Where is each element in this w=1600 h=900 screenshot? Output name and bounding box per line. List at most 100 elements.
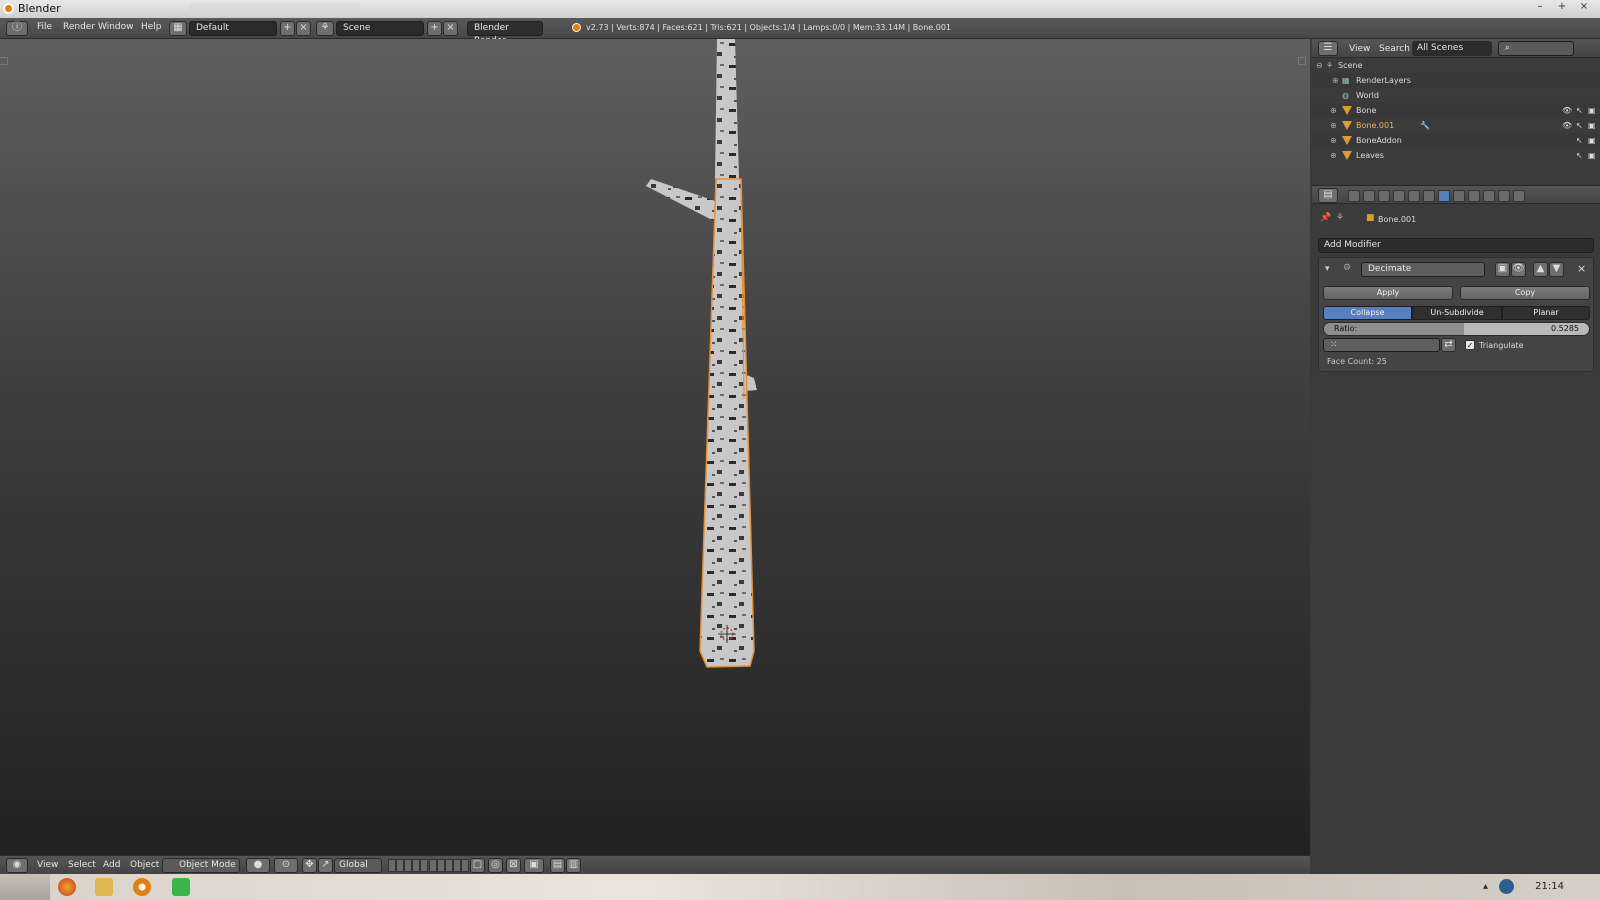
screen-layout-icon[interactable]: ▦	[169, 21, 187, 36]
select-arrow-icon[interactable]: ↖	[1576, 121, 1583, 130]
lock-camera-icon[interactable]: ▢	[470, 858, 485, 873]
visibility-eye-icon[interactable]: 👁	[1562, 121, 1572, 130]
constraints-tab-icon[interactable]	[1423, 190, 1435, 202]
transform-orientation-dropdown[interactable]: Global	[334, 858, 382, 873]
add-screen-icon[interactable]: +	[280, 21, 295, 36]
snap-element-icon[interactable]: ▣	[524, 858, 544, 873]
translate-icon[interactable]: ↗	[318, 858, 333, 873]
outliner-row-scene[interactable]: ⊖ ⚘ Scene	[1312, 58, 1600, 73]
render-tab-icon[interactable]	[1348, 190, 1360, 202]
layers-row-2[interactable]	[429, 859, 469, 872]
triangulate-checkbox[interactable]: ✓	[1465, 340, 1475, 350]
maximize-button[interactable]: +	[1552, 0, 1572, 14]
mode-collapse-tab[interactable]: Collapse	[1323, 306, 1412, 320]
expand-icon[interactable]: ⊕	[1330, 136, 1337, 145]
pivot-point-icon[interactable]: ⊙	[274, 858, 298, 873]
apply-button[interactable]: Apply	[1323, 286, 1453, 300]
opengl-anim-icon[interactable]: ▥	[566, 858, 581, 873]
object-tab-icon[interactable]	[1408, 190, 1420, 202]
outliner-search-menu[interactable]: Search	[1379, 44, 1410, 54]
opengl-render-icon[interactable]: ▤	[550, 858, 565, 873]
show-viewport-icon[interactable]: 👁	[1511, 262, 1526, 277]
pin-icon[interactable]: 📌	[1320, 213, 1331, 223]
select-arrow-icon[interactable]: ↖	[1576, 151, 1583, 160]
menu-select[interactable]: Select	[68, 860, 96, 870]
select-arrow-icon[interactable]: ↖	[1576, 136, 1583, 145]
scene-field[interactable]: Scene	[336, 21, 424, 36]
menu-object[interactable]: Object	[130, 860, 159, 870]
add-scene-icon[interactable]: +	[427, 21, 442, 36]
expand-icon[interactable]: ⊕	[1330, 106, 1337, 115]
copy-button[interactable]: Copy	[1460, 286, 1590, 300]
menu-window[interactable]: Window	[98, 22, 134, 32]
steam-tray-icon[interactable]	[1499, 879, 1514, 894]
mode-unsubdivide-tab[interactable]: Un-Subdivide	[1412, 306, 1502, 320]
render-camera-icon[interactable]: ▣	[1588, 136, 1596, 145]
menu-file[interactable]: File	[37, 22, 52, 32]
layers-tab-icon[interactable]	[1363, 190, 1375, 202]
render-camera-icon[interactable]: ▣	[1588, 151, 1596, 160]
move-up-icon[interactable]: ▲	[1533, 262, 1548, 277]
particles-tab-icon[interactable]	[1498, 190, 1510, 202]
expand-icon[interactable]: ⊖	[1316, 61, 1323, 70]
vertex-group-input[interactable]: ⁙	[1323, 338, 1440, 352]
outliner-row-renderlayers[interactable]: ⊕ ▦ RenderLayers	[1312, 73, 1600, 88]
add-modifier-dropdown[interactable]: Add Modifier	[1318, 238, 1594, 253]
modifiers-tab-icon[interactable]	[1438, 190, 1450, 202]
outliner-search-input[interactable]: ⌕	[1498, 41, 1574, 56]
visibility-eye-icon[interactable]: 👁	[1562, 106, 1572, 115]
expand-icon[interactable]: ⊕	[1330, 121, 1337, 130]
viewport-shading-icon[interactable]: ●	[246, 858, 270, 873]
render-camera-icon[interactable]: ▣	[1588, 121, 1596, 130]
outliner-view-menu[interactable]: View	[1349, 44, 1370, 54]
outliner-display-dropdown[interactable]: All Scenes	[1412, 41, 1492, 56]
remove-scene-icon[interactable]: ×	[443, 21, 458, 36]
invert-vertex-group-icon[interactable]: ⇄	[1441, 338, 1456, 352]
menu-help[interactable]: Help	[141, 22, 162, 32]
mode-planar-tab[interactable]: Planar	[1502, 306, 1590, 320]
editor-type-icon[interactable]: ◉	[6, 858, 28, 873]
show-render-icon[interactable]: ▣	[1495, 262, 1510, 277]
expand-icon[interactable]: ⊕	[1330, 151, 1337, 160]
expand-icon[interactable]: ⊕	[1332, 76, 1339, 85]
scene-icon[interactable]: ⚘	[316, 21, 334, 36]
tree-trunk-model[interactable]	[0, 39, 1310, 855]
data-tab-icon[interactable]	[1453, 190, 1465, 202]
select-arrow-icon[interactable]: ↖	[1576, 106, 1583, 115]
file-explorer-icon[interactable]	[95, 878, 113, 896]
blender-taskbar-icon[interactable]	[133, 878, 151, 896]
3d-viewport[interactable]	[0, 39, 1310, 855]
outliner-row-leaves[interactable]: ⊕ Leaves ↖ ▣	[1312, 148, 1600, 163]
snap-icon[interactable]: ⊠	[506, 858, 521, 873]
world-tab-icon[interactable]	[1393, 190, 1405, 202]
menu-view[interactable]: View	[37, 860, 58, 870]
remove-modifier-icon[interactable]: ×	[1577, 262, 1586, 275]
outliner-row-bone-001[interactable]: ⊕ Bone.001 🔧 👁 ↖ ▣	[1312, 118, 1600, 133]
scene-tab-icon[interactable]	[1378, 190, 1390, 202]
texture-tab-icon[interactable]	[1483, 190, 1495, 202]
editor-type-icon[interactable]: ⓘ	[6, 21, 28, 36]
material-tab-icon[interactable]	[1468, 190, 1480, 202]
physics-tab-icon[interactable]	[1513, 190, 1525, 202]
outliner-row-boneaddon[interactable]: ⊕ BoneAddon ↖ ▣	[1312, 133, 1600, 148]
menu-render[interactable]: Render	[63, 22, 95, 32]
remove-screen-icon[interactable]: ×	[296, 21, 311, 36]
firefox-icon[interactable]	[58, 878, 76, 896]
menu-add[interactable]: Add	[103, 860, 120, 870]
start-button[interactable]	[0, 874, 50, 900]
render-engine-dropdown[interactable]: Blender Render	[467, 21, 543, 46]
outliner-row-bone[interactable]: ⊕ Bone 👁 ↖ ▣	[1312, 103, 1600, 118]
mode-dropdown[interactable]: Object Mode	[162, 858, 240, 873]
ratio-slider[interactable]: Ratio: 0.5285	[1323, 322, 1590, 336]
layers-row-1[interactable]	[388, 859, 428, 872]
render-camera-icon[interactable]: ▣	[1588, 106, 1596, 115]
properties-editor-icon[interactable]: ▤	[1318, 188, 1338, 203]
outliner-editor-icon[interactable]: ☰	[1318, 41, 1338, 56]
app-taskbar-icon[interactable]	[172, 878, 190, 896]
minimize-button[interactable]: –	[1530, 0, 1550, 14]
close-button[interactable]: ×	[1574, 0, 1594, 14]
manipulator-icon[interactable]: ✥	[302, 858, 317, 873]
move-down-icon[interactable]: ▼	[1549, 262, 1564, 277]
outliner[interactable]: ⊖ ⚘ Scene ⊕ ▦ RenderLayers ◍ World ⊕ Bon…	[1312, 58, 1600, 183]
collapse-arrow-icon[interactable]: ▾	[1325, 264, 1330, 274]
